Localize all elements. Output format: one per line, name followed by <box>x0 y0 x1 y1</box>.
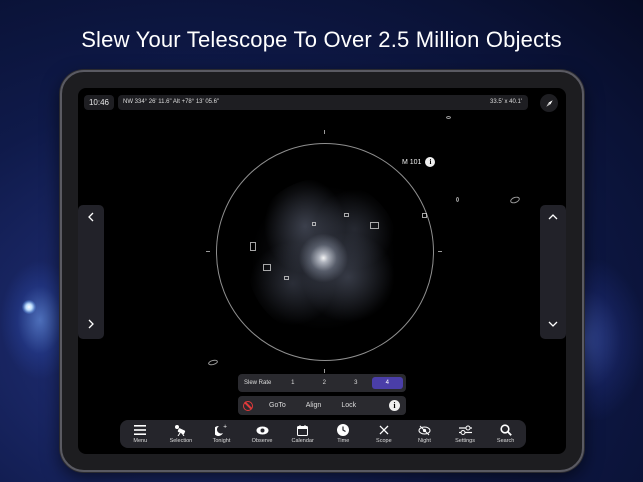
toolbar-menu-button[interactable]: Menu <box>120 424 160 444</box>
object-name: M 101 <box>402 158 422 166</box>
slew-rate-option[interactable]: 2 <box>309 377 341 389</box>
toolbar-label: Tonight <box>212 438 231 444</box>
galaxy-marker[interactable] <box>509 195 521 205</box>
toolbar-label: Scope <box>376 438 392 444</box>
fov-tick-left <box>206 251 210 252</box>
menu-icon <box>133 424 147 436</box>
toolbar-scope-button[interactable]: Scope <box>364 424 404 444</box>
telescope-fov-circle <box>216 143 434 361</box>
up-arrow-button[interactable] <box>540 207 566 227</box>
compass-icon <box>545 99 553 107</box>
slew-rate-label: Slew Rate <box>244 380 272 386</box>
chevron-right-icon <box>88 319 94 329</box>
toolbar-label: Time <box>337 438 350 444</box>
toolbar-calendar-button[interactable]: Calendar <box>283 424 323 444</box>
chevron-up-icon <box>548 214 558 220</box>
bright-star <box>22 300 36 314</box>
galaxy-marker[interactable] <box>446 116 451 119</box>
chevron-left-icon <box>88 212 94 222</box>
compass-button[interactable] <box>540 94 558 112</box>
goto-button[interactable]: GoTo <box>269 402 286 409</box>
close-icon <box>377 424 391 436</box>
moon-icon: + <box>214 424 228 436</box>
fov-tick-right <box>438 251 442 252</box>
toolbar-label: Search <box>496 438 515 444</box>
ipad-frame: 10:46 NW 334° 26' 11.6" Alt +78° 13' 05.… <box>60 70 584 472</box>
right-arrow-down-button[interactable] <box>78 314 104 334</box>
toolbar-search-button[interactable]: Search <box>486 424 526 444</box>
info-icon[interactable]: i <box>425 157 436 167</box>
object-marker[interactable] <box>250 242 256 251</box>
object-marker[interactable] <box>263 264 271 271</box>
slew-rate-option[interactable]: 3 <box>340 377 372 389</box>
galaxy-marker[interactable] <box>456 197 459 202</box>
app-screen: 10:46 NW 334° 26' 11.6" Alt +78° 13' 05.… <box>78 88 566 454</box>
scope-action-bar: GoTo Align Lock i <box>238 396 406 415</box>
coordinates-bar: NW 334° 26' 11.6" Alt +78° 13' 05.6" 33.… <box>118 95 528 110</box>
toolbar-time-button[interactable]: Time <box>323 424 363 444</box>
selection-icon <box>174 424 188 436</box>
down-arrow-button[interactable] <box>540 314 566 334</box>
toolbar-tonight-button[interactable]: + Tonight <box>201 424 241 444</box>
toolbar-label: Observe <box>251 438 273 444</box>
toolbar-label: Calendar <box>291 438 314 444</box>
align-button[interactable]: Align <box>306 402 322 409</box>
object-marker[interactable] <box>422 213 427 218</box>
toolbar-night-button[interactable]: Night <box>404 424 444 444</box>
slew-rate-control: Slew Rate 1 2 3 4 <box>238 374 406 392</box>
slew-rate-option[interactable]: 1 <box>277 377 309 389</box>
fov-tick-top <box>324 130 325 134</box>
stop-icon[interactable] <box>243 400 253 411</box>
right-side-panel <box>540 205 566 339</box>
calendar-icon <box>296 424 310 436</box>
toolbar-observe-button[interactable]: Observe <box>242 424 282 444</box>
toolbar-label: Settings <box>455 438 475 444</box>
night-eye-icon <box>417 424 431 436</box>
object-marker[interactable] <box>284 276 289 280</box>
object-label[interactable]: M 101 i <box>402 157 436 167</box>
svg-text:+: + <box>223 424 227 430</box>
galaxy-marker[interactable] <box>207 358 219 367</box>
eye-icon <box>255 424 269 436</box>
toolbar-settings-button[interactable]: Settings <box>445 424 485 444</box>
coordinates-readout: NW 334° 26' 11.6" Alt +78° 13' 05.6" <box>123 99 220 105</box>
search-icon <box>499 424 513 436</box>
field-of-view-readout: 33.5' x 40.1' <box>490 99 522 105</box>
left-side-panel <box>78 205 104 339</box>
object-marker[interactable] <box>312 222 316 226</box>
toolbar-label: Menu <box>133 438 148 444</box>
slew-rate-option-selected[interactable]: 4 <box>371 377 403 389</box>
chevron-down-icon <box>548 321 558 327</box>
clock-icon <box>336 424 350 436</box>
headline: Slew Your Telescope To Over 2.5 Million … <box>81 27 562 52</box>
lock-button[interactable]: Lock <box>341 402 356 409</box>
toolbar-label: Selection <box>169 438 193 444</box>
info-icon[interactable]: i <box>389 400 400 411</box>
left-arrow-up-button[interactable] <box>78 207 104 227</box>
fov-tick-bottom <box>324 369 325 373</box>
toolbar-label: Night <box>418 438 431 444</box>
object-marker[interactable] <box>370 222 379 229</box>
object-marker[interactable] <box>344 213 349 217</box>
toolbar-selection-button[interactable]: Selection <box>161 424 201 444</box>
bottom-toolbar: Menu Selection + Tonight Observe Calenda… <box>120 420 526 448</box>
sliders-icon <box>458 424 472 436</box>
clock: 10:46 <box>84 95 114 110</box>
